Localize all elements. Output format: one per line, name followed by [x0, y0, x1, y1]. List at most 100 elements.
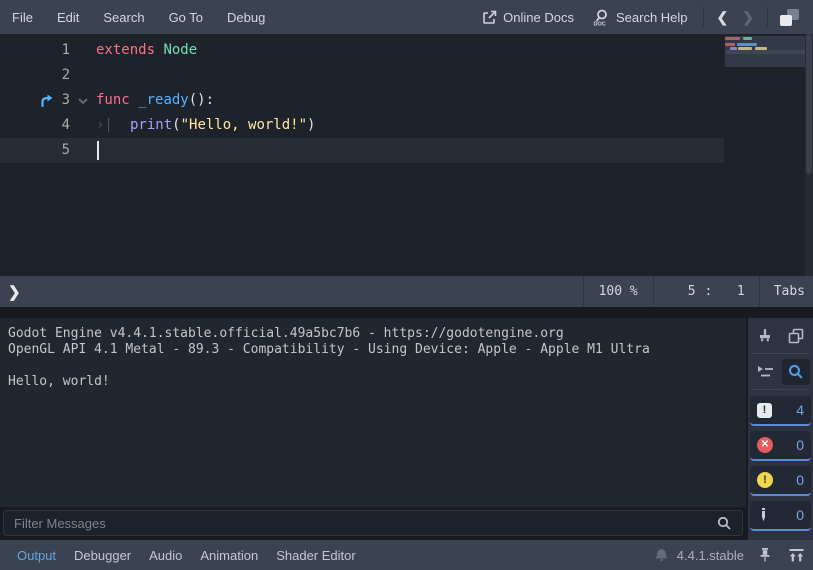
menubar-right: Online Docs DOC Search Help ❮ ❯: [473, 5, 805, 29]
code-line-4[interactable]: 4 ›|print("Hello, world!"): [0, 113, 724, 138]
editor-status-bar: ❯ 100 % 5 : 1 Tabs: [0, 276, 813, 307]
line-number: 2: [56, 63, 70, 88]
collapse-tree-icon: [756, 364, 774, 380]
output-panel: Godot Engine v4.4.1.stable.official.49a5…: [0, 318, 813, 540]
menu-search[interactable]: Search: [91, 6, 156, 29]
editor-scrollbar-thumb[interactable]: [806, 34, 812, 174]
zoom-level: 100 %: [584, 276, 653, 307]
filter-warnings-button[interactable]: !0: [750, 466, 811, 496]
code-text: extends Node: [96, 38, 197, 63]
line-number: 5: [56, 138, 70, 163]
gutter-breakpoint-area[interactable]: [0, 138, 56, 163]
tab-shader-editor[interactable]: Shader Editor: [267, 544, 365, 567]
override-arrow-icon: [39, 94, 54, 107]
code-text: ›|print("Hello, world!"): [96, 113, 315, 138]
pin-panel-icon[interactable]: [758, 547, 772, 563]
svg-text:DOC: DOC: [593, 22, 605, 27]
filter-search-icon: [716, 515, 732, 531]
tab-audio[interactable]: Audio: [140, 544, 191, 567]
text-caret: [97, 141, 99, 160]
line-number: 4: [56, 113, 70, 138]
warning-circle-icon: !: [757, 472, 773, 488]
warnings-count: 0: [796, 472, 804, 488]
clear-icon: [757, 328, 773, 344]
tab-indent-marker: ›|: [96, 113, 130, 138]
editor-scrollbar[interactable]: [805, 34, 813, 276]
output-log-line: Godot Engine v4.4.1.stable.official.49a5…: [8, 326, 746, 342]
minimap[interactable]: [725, 36, 805, 67]
external-link-icon: [482, 10, 497, 25]
search-help-button[interactable]: DOC Search Help: [583, 5, 697, 29]
menubar: FileEditSearchGo ToDebug Online Docs DOC…: [0, 0, 813, 34]
code-line-3[interactable]: 3 func _ready():: [0, 88, 724, 113]
tab-debugger[interactable]: Debugger: [65, 544, 140, 567]
online-docs-label: Online Docs: [503, 10, 574, 25]
gutter-breakpoint-area[interactable]: [0, 88, 56, 113]
output-log-line: Hello, world!: [8, 374, 746, 390]
tab-output[interactable]: Output: [8, 544, 65, 567]
history-back-button[interactable]: ❮: [710, 7, 736, 28]
bottom-tabs: OutputDebuggerAudioAnimationShader Edito…: [8, 544, 365, 567]
line-number: 3: [56, 88, 70, 113]
clear-output-button[interactable]: [751, 323, 779, 349]
cursor-line: 5: [688, 284, 696, 299]
gutter-breakpoint-area[interactable]: [0, 38, 56, 63]
menu-file[interactable]: File: [8, 6, 45, 29]
indent-type: Tabs: [760, 276, 813, 307]
code-line-2[interactable]: 2: [0, 63, 724, 88]
menu-items: FileEditSearchGo ToDebug: [8, 6, 277, 29]
bottom-bar: OutputDebuggerAudioAnimationShader Edito…: [0, 540, 813, 570]
toggle-scripts-panel-button[interactable]: ❯: [0, 283, 29, 301]
expand-panel-icon[interactable]: [788, 548, 805, 563]
output-toolbar: !4✕0!00: [748, 318, 813, 540]
script-editor[interactable]: 1 extends Node 23 func _ready(): 4 ›|print("H…: [0, 34, 813, 276]
menu-debug[interactable]: Debug: [215, 6, 277, 29]
fold-column: [70, 38, 96, 63]
make-floating-button[interactable]: [780, 9, 799, 26]
line-number: 1: [56, 38, 70, 63]
search-icon: [787, 363, 804, 380]
collapse-duplicates-button[interactable]: [751, 359, 779, 385]
output-log-line: OpenGL API 4.1 Metal - 89.3 - Compatibil…: [8, 342, 746, 358]
output-log-line: [8, 358, 746, 374]
fold-arrow-icon[interactable]: [70, 88, 96, 113]
code-line-5[interactable]: 5: [0, 138, 724, 163]
minimap-current-line: [725, 50, 805, 54]
code-area[interactable]: 1 extends Node 23 func _ready(): 4 ›|print("H…: [0, 38, 724, 163]
menubar-separator2: [767, 7, 768, 27]
fold-column: [70, 63, 96, 88]
error-circle-icon: ✕: [757, 437, 773, 453]
search-help-label: Search Help: [616, 10, 688, 25]
cursor-column: 1: [737, 284, 745, 299]
errors-count: 0: [796, 437, 804, 453]
filter-messages-input[interactable]: [4, 516, 742, 531]
code-text: func _ready():: [96, 88, 214, 113]
filter-messages-button[interactable]: !4: [750, 396, 811, 426]
version-label[interactable]: 4.4.1.stable: [677, 548, 744, 563]
filter-errors-button[interactable]: ✕0: [750, 431, 811, 461]
gutter-breakpoint-area[interactable]: [0, 63, 56, 88]
fold-column: [70, 113, 96, 138]
notification-bell-icon[interactable]: [654, 548, 669, 563]
filter-row: [0, 507, 746, 540]
menubar-separator: [703, 7, 704, 27]
pen-icon: [757, 507, 770, 523]
message-filters: !4✕0!00: [750, 396, 811, 536]
code-line-1[interactable]: 1 extends Node: [0, 38, 724, 63]
menu-go-to[interactable]: Go To: [157, 6, 215, 29]
message-square-icon: !: [757, 403, 772, 418]
filter-editor-button[interactable]: 0: [750, 501, 811, 531]
copy-icon: [788, 328, 804, 344]
history-forward-button[interactable]: ❯: [735, 7, 761, 28]
search-doc-icon: DOC: [592, 8, 610, 26]
menu-edit[interactable]: Edit: [45, 6, 91, 29]
messages-count: 4: [796, 402, 804, 418]
copy-output-button[interactable]: [782, 323, 810, 349]
output-log[interactable]: Godot Engine v4.4.1.stable.official.49a5…: [0, 318, 746, 507]
show-search-button[interactable]: [782, 359, 810, 385]
cursor-position: 5 : 1: [654, 276, 759, 307]
online-docs-button[interactable]: Online Docs: [473, 7, 583, 28]
fold-column: [70, 138, 96, 163]
tab-animation[interactable]: Animation: [191, 544, 267, 567]
gutter-breakpoint-area[interactable]: [0, 113, 56, 138]
